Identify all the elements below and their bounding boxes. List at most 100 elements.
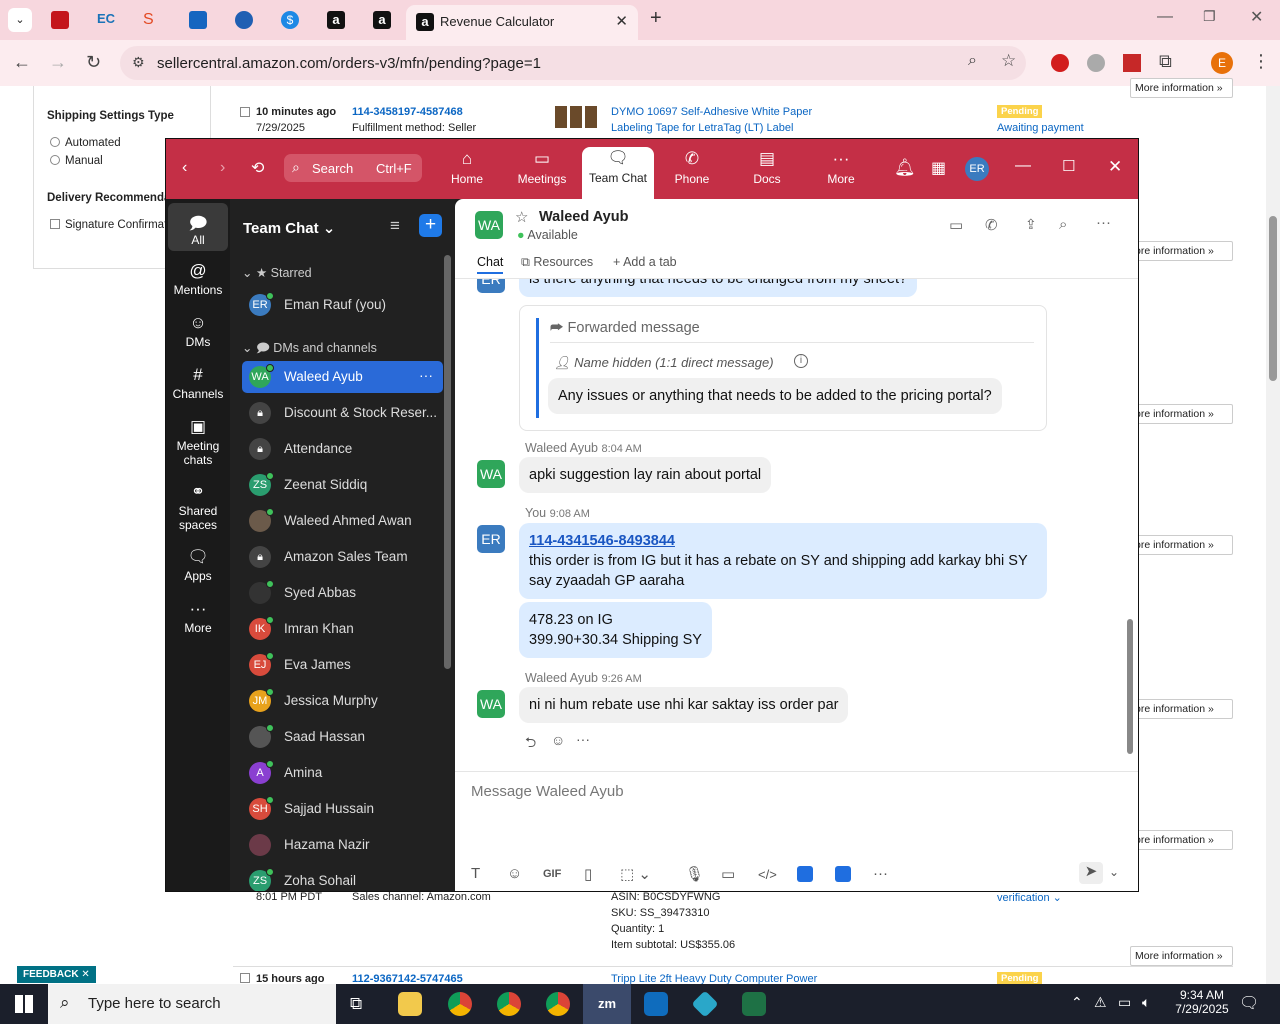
tray-chevron-icon[interactable]: ⌃ xyxy=(1071,994,1083,1011)
more-tools-icon[interactable]: ··· xyxy=(873,865,888,882)
order-id-link[interactable]: 114-3458197-4587468 xyxy=(352,106,463,118)
start-windows-icon[interactable] xyxy=(15,995,33,1013)
tab-resources[interactable]: ⧉ Resources xyxy=(521,255,593,270)
rail-meeting-chats[interactable]: ▣ Meeting chats xyxy=(168,417,228,467)
tab-favicon-4[interactable] xyxy=(189,11,207,29)
screenshot-icon[interactable]: ⬚ ⌄ xyxy=(620,865,651,883)
tab-favicon-6[interactable]: $ xyxy=(281,11,299,29)
profile-avatar[interactable]: E xyxy=(1211,52,1233,74)
more-information-button[interactable]: ore information » xyxy=(1130,830,1233,850)
starred-section[interactable]: ⌄ ★ Starred xyxy=(242,265,312,280)
nav-phone[interactable]: ✆ Phone xyxy=(657,148,727,192)
video-call-icon[interactable]: ▭ xyxy=(949,216,963,234)
product-title-link-2[interactable]: Labeling Tape for LetraTag (LT) Label xyxy=(611,122,793,134)
tab-favicon-2[interactable]: EC xyxy=(97,11,115,29)
star-icon[interactable]: ☆ xyxy=(515,208,528,226)
calendar-icon[interactable]: ▦ xyxy=(931,158,946,178)
volume-icon[interactable]: 🔈︎ xyxy=(1142,994,1150,1011)
info-icon[interactable]: i xyxy=(794,354,808,368)
reload-icon[interactable]: ↻ xyxy=(86,52,101,73)
notifications-icon[interactable]: 🗨 xyxy=(1239,993,1259,1013)
sidebar-item-contact[interactable]: ZS Zoha Sohail xyxy=(242,865,443,891)
close-window-icon[interactable]: ✕ xyxy=(1250,7,1263,27)
bell-icon[interactable]: 🔔︎ xyxy=(894,158,916,178)
forward-icon[interactable]: › xyxy=(220,159,225,177)
sidebar-item-contact[interactable]: WA Waleed Ayub ··· xyxy=(242,361,443,393)
nav-home[interactable]: ⌂ Home xyxy=(432,148,502,192)
maximize-icon[interactable]: ☐ xyxy=(1062,157,1075,175)
rail-all[interactable]: 🗩 All xyxy=(168,203,228,251)
zoom-icon[interactable]: ⌕ xyxy=(968,52,977,70)
sidebar-item-contact[interactable]: Waleed Ahmed Awan xyxy=(242,505,443,537)
network-icon[interactable]: ▭ xyxy=(1118,994,1131,1011)
sidebar-item-contact[interactable]: Hazama Nazir xyxy=(242,829,443,861)
tab-favicon-amazon-2[interactable]: a xyxy=(373,11,391,29)
back-icon[interactable]: ← xyxy=(13,52,31,73)
verification-link[interactable]: verification ⌄ xyxy=(997,891,1062,904)
order-checkbox[interactable] xyxy=(240,107,255,119)
sidebar-item-contact[interactable]: ER Eman Rauf (you) xyxy=(242,289,443,321)
sidebar-item-contact[interactable]: IK Imran Khan xyxy=(242,613,443,645)
sidebar-item-contact[interactable]: JM Jessica Murphy xyxy=(242,685,443,717)
excel-icon[interactable] xyxy=(742,992,766,1016)
product-title-link[interactable]: DYMO 10697 Self-Adhesive White Paper xyxy=(611,106,812,118)
more-information-button[interactable]: ore information » xyxy=(1130,535,1233,555)
more-actions-icon[interactable]: ··· xyxy=(576,731,590,747)
code-snippet-icon[interactable]: </> xyxy=(758,867,777,882)
sidebar-item-contact[interactable]: EJ Eva James xyxy=(242,649,443,681)
signature-checkbox[interactable]: Signature Confirmat xyxy=(50,219,167,231)
zoom-app-icon[interactable]: zm xyxy=(583,984,631,1024)
chrome-profile-icon-2[interactable] xyxy=(546,992,570,1016)
extension-pdf-icon[interactable] xyxy=(1123,54,1141,72)
tab-favicon-5[interactable] xyxy=(235,11,253,29)
app-diamond-icon[interactable] xyxy=(691,990,719,1018)
outlook-icon[interactable] xyxy=(644,992,668,1016)
sidebar-item-contact[interactable]: Syed Abbas xyxy=(242,577,443,609)
minimize-icon[interactable]: — xyxy=(1157,8,1173,26)
more-information-button[interactable]: ore information » xyxy=(1130,404,1233,424)
nav-meetings[interactable]: ▭ Meetings xyxy=(507,148,577,192)
close-icon[interactable]: ✕ xyxy=(1108,157,1122,177)
sidebar-scrollbar[interactable] xyxy=(444,255,451,669)
format-text-icon[interactable]: T xyxy=(471,865,480,882)
bookmark-star-icon[interactable]: ☆ xyxy=(1001,51,1016,71)
emoji-icon[interactable]: ☺ xyxy=(507,865,522,882)
task-view-icon[interactable]: ⧉ xyxy=(350,994,362,1014)
order-link[interactable]: 114-4341546-8493844 xyxy=(529,533,675,549)
rail-shared-spaces[interactable]: ⚭ Shared spaces xyxy=(168,482,228,532)
file-explorer-icon[interactable] xyxy=(398,992,422,1016)
browser-menu-icon[interactable]: ⋮ xyxy=(1252,51,1270,72)
radio-manual[interactable]: Manual xyxy=(50,155,103,167)
rail-more[interactable]: ··· More xyxy=(168,599,228,635)
more-information-button[interactable]: ore information » xyxy=(1130,241,1233,261)
send-options-icon[interactable]: ⌄ xyxy=(1109,865,1119,879)
dms-channels-section[interactable]: ⌄ 🗩 DMs and channels xyxy=(242,339,377,360)
share-screen-icon[interactable]: ⇪ xyxy=(1025,216,1037,233)
filter-icon[interactable]: ≡ xyxy=(390,216,400,236)
extension-red-icon[interactable] xyxy=(1051,54,1069,72)
rail-apps[interactable]: 🗨 Apps xyxy=(168,547,228,583)
address-bar[interactable]: ⚙ sellercentral.amazon.com/orders-v3/mfn… xyxy=(120,46,1026,80)
extension-globe-icon[interactable] xyxy=(1087,54,1105,72)
sidebar-item-contact[interactable]: SH Sajjad Hussain xyxy=(242,793,443,825)
microphone-icon[interactable]: 🎙︎ xyxy=(685,865,704,883)
gif-icon[interactable]: GIF xyxy=(543,868,561,880)
tab-search-button[interactable]: ⌄ xyxy=(8,8,32,32)
add-tab-button[interactable]: + Add a tab xyxy=(613,255,677,269)
minimize-icon[interactable]: — xyxy=(1015,157,1031,175)
message-input[interactable]: Message Waleed Ayub xyxy=(471,783,624,800)
tab-chat[interactable]: Chat xyxy=(477,255,504,274)
phone-call-icon[interactable]: ✆ xyxy=(985,216,998,234)
app-icon-1[interactable] xyxy=(797,866,813,882)
send-icon[interactable]: ➤ xyxy=(1079,862,1103,884)
new-tab-button[interactable]: + xyxy=(650,7,662,30)
history-icon[interactable]: ⟲ xyxy=(251,158,264,178)
rail-dms[interactable]: ☺ DMs xyxy=(168,313,228,349)
site-info-icon[interactable]: ⚙ xyxy=(132,54,145,71)
sidebar-item-contact[interactable]: ZS Zeenat Siddiq xyxy=(242,469,443,501)
nav-docs[interactable]: ▤ Docs xyxy=(732,148,802,192)
more-options-icon[interactable]: ··· xyxy=(1096,214,1111,231)
search-input[interactable]: ⌕ Search Ctrl+F xyxy=(284,154,422,182)
forward-icon[interactable]: → xyxy=(49,52,67,73)
chrome-icon[interactable] xyxy=(448,992,472,1016)
